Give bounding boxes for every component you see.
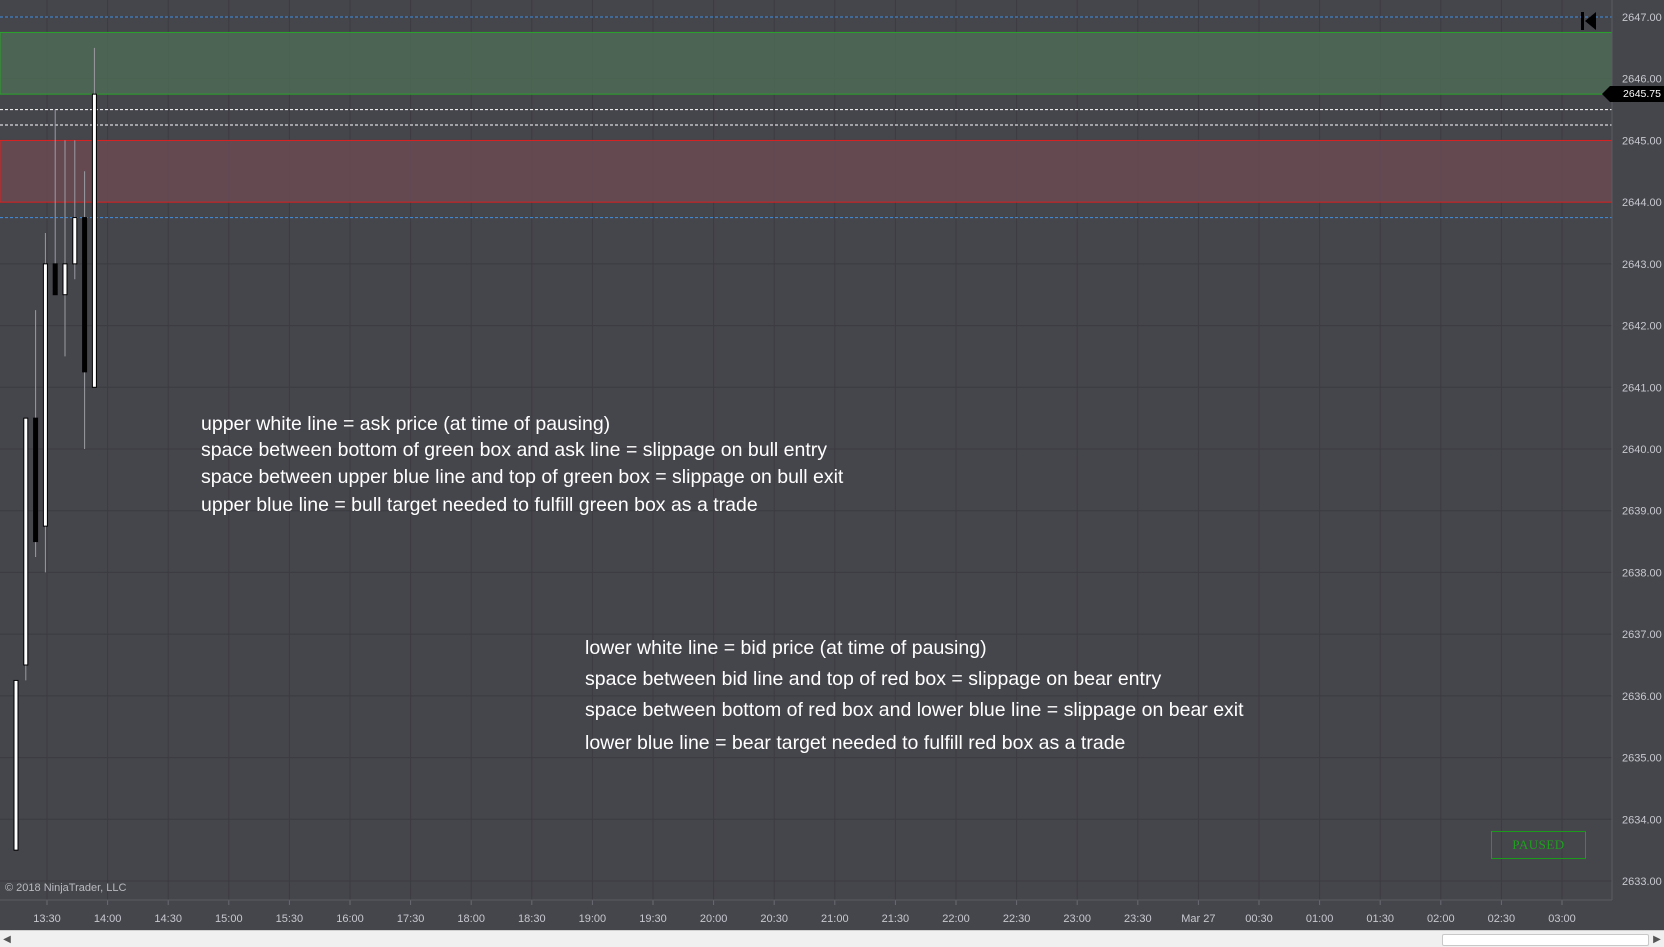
bear-candle bbox=[82, 217, 88, 373]
y-tick-label: 2647.00 bbox=[1622, 12, 1662, 24]
y-tick-label: 2636.00 bbox=[1622, 691, 1662, 703]
x-tick-label: 01:30 bbox=[1366, 913, 1394, 925]
bull-candle bbox=[23, 417, 29, 666]
x-tick-label: 16:00 bbox=[336, 913, 364, 925]
y-axis: 2647.00 2646.00 2645.00 2644.00 2643.00 2642.… bbox=[1611, 0, 1662, 900]
annotation-upper-2: space between bottom of green box and as… bbox=[201, 439, 828, 461]
x-tick-label: 15:00 bbox=[215, 913, 243, 925]
bear-candle bbox=[33, 417, 39, 543]
x-tick-label: 23:00 bbox=[1063, 913, 1091, 925]
last-price-badge: 2645.75 bbox=[1602, 86, 1664, 102]
annotation-lower-3: space between bottom of red box and lowe… bbox=[585, 699, 1244, 721]
x-tick-label: 13:30 bbox=[33, 913, 61, 925]
x-tick-label: 18:00 bbox=[457, 913, 485, 925]
x-tick-label: Mar 27 bbox=[1181, 913, 1215, 925]
x-tick-label: 23:30 bbox=[1124, 913, 1152, 925]
x-tick-label: 14:00 bbox=[94, 913, 122, 925]
annotation-upper-3: space between upper blue line and top of… bbox=[201, 466, 844, 488]
skip-to-start-icon[interactable] bbox=[1580, 11, 1598, 31]
y-tick-label: 2645.00 bbox=[1622, 135, 1662, 147]
scroll-left-icon[interactable]: ◀ bbox=[0, 931, 14, 947]
bull-candle bbox=[72, 217, 78, 265]
x-tick-label: 20:30 bbox=[760, 913, 788, 925]
annotation-lower-4: lower blue line = bear target needed to … bbox=[585, 732, 1126, 754]
x-tick-label: 03:00 bbox=[1548, 913, 1576, 925]
y-tick-label: 2643.00 bbox=[1622, 259, 1662, 271]
annotation-upper-1: upper white line = ask price (at time of… bbox=[201, 413, 611, 435]
annotation-lower-1: lower white line = bid price (at time of… bbox=[585, 637, 987, 659]
bull-candle bbox=[62, 263, 68, 296]
horizontal-scrollbar[interactable]: ◀ ▶ bbox=[0, 930, 1664, 947]
x-tick-label: 21:00 bbox=[821, 913, 849, 925]
bull-candle bbox=[91, 93, 97, 388]
y-tick-label: 2634.00 bbox=[1622, 814, 1662, 826]
paused-badge: PAUSED bbox=[1491, 831, 1586, 859]
scroll-right-icon[interactable]: ▶ bbox=[1650, 931, 1664, 947]
x-tick-label: 14:30 bbox=[154, 913, 182, 925]
x-tick-label: 20:00 bbox=[700, 913, 728, 925]
x-tick-label: 21:30 bbox=[882, 913, 910, 925]
y-tick-label: 2637.00 bbox=[1622, 629, 1662, 641]
y-tick-label: 2646.00 bbox=[1622, 74, 1662, 86]
y-tick-label: 2644.00 bbox=[1622, 197, 1662, 209]
x-tick-label: 22:30 bbox=[1003, 913, 1031, 925]
y-tick-label: 2641.00 bbox=[1622, 382, 1662, 394]
scroll-thumb[interactable] bbox=[1442, 934, 1649, 946]
y-tick-label: 2639.00 bbox=[1622, 506, 1662, 518]
bull-candle bbox=[42, 263, 48, 527]
annotation-lower-2: space between bid line and top of red bo… bbox=[585, 668, 1162, 690]
red-box bbox=[0, 139, 1613, 203]
x-tick-label: 02:30 bbox=[1488, 913, 1516, 925]
x-tick-label: 17:30 bbox=[397, 913, 425, 925]
y-tick-label: 2640.00 bbox=[1622, 444, 1662, 456]
y-tick-label: 2633.00 bbox=[1622, 876, 1662, 888]
x-tick-label: 00:30 bbox=[1245, 913, 1273, 925]
annotation-upper-4: upper blue line = bull target needed to … bbox=[201, 494, 758, 516]
x-tick-label: 22:00 bbox=[942, 913, 970, 925]
copyright-text: © 2018 NinjaTrader, LLC bbox=[5, 882, 127, 894]
y-tick-label: 2635.00 bbox=[1622, 753, 1662, 765]
x-axis: 13:30 14:00 14:30 15:00 15:30 16:00 17:30 18:00… bbox=[0, 899, 1612, 925]
bull-candle bbox=[13, 679, 19, 851]
green-box bbox=[0, 31, 1613, 95]
x-tick-label: 19:00 bbox=[579, 913, 607, 925]
bear-candle bbox=[52, 263, 58, 296]
y-tick-label: 2638.00 bbox=[1622, 567, 1662, 579]
x-tick-label: 19:30 bbox=[639, 913, 667, 925]
x-tick-label: 01:00 bbox=[1306, 913, 1334, 925]
x-tick-label: 02:00 bbox=[1427, 913, 1455, 925]
x-tick-label: 18:30 bbox=[518, 913, 546, 925]
x-tick-label: 15:30 bbox=[276, 913, 304, 925]
y-tick-label: 2642.00 bbox=[1622, 321, 1662, 333]
